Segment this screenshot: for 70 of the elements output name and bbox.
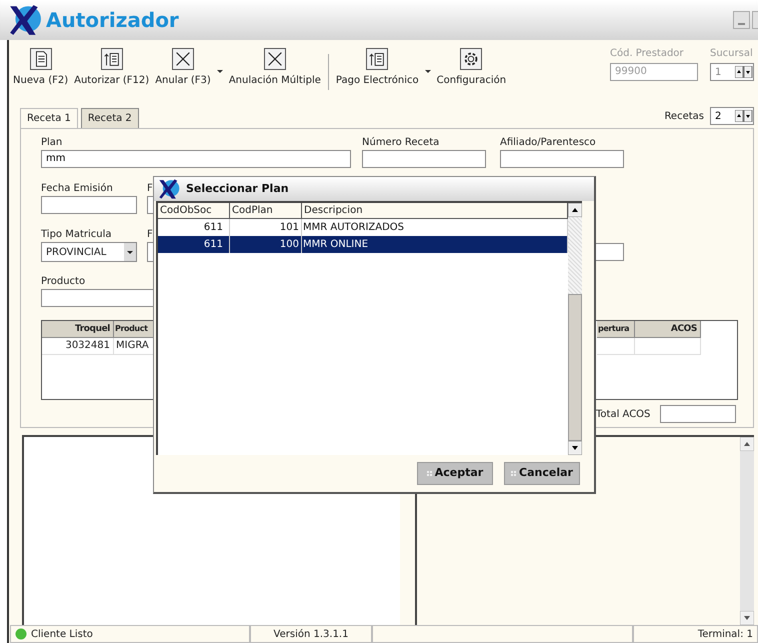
- column-header[interactable]: Descripcion: [302, 203, 568, 219]
- toolbar-button[interactable]: Configuración: [434, 48, 510, 88]
- logo-icon: [8, 3, 42, 37]
- field-label: Total ACOS: [596, 408, 652, 422]
- column-header: pertura: [597, 321, 635, 338]
- dialog-button[interactable]: Cancelar: [504, 462, 580, 485]
- logo-icon: [158, 178, 180, 200]
- input-field[interactable]: [660, 405, 736, 423]
- input-field[interactable]: [41, 289, 153, 307]
- field-label: Fecha Emisión: [41, 182, 114, 195]
- field-label: Afiliado/Parentesco: [500, 136, 597, 149]
- field-label: Cód. Prestador: [610, 47, 685, 61]
- table-cell: [597, 338, 635, 355]
- window-title: Autorizador: [46, 7, 179, 34]
- minimize-button[interactable]: [733, 11, 750, 29]
- column-header[interactable]: CodPlan: [230, 203, 302, 219]
- dialog-button[interactable]: Aceptar: [417, 462, 493, 485]
- field-label: Sucursal: [710, 47, 754, 61]
- toolbar-button[interactable]: Nueva (F2): [10, 48, 72, 88]
- input-field[interactable]: [500, 150, 624, 168]
- column-header[interactable]: CodObSoc: [158, 203, 230, 219]
- document-icon: [30, 48, 52, 70]
- toolbar-button[interactable]: Anular (F3): [152, 48, 226, 88]
- input-field[interactable]: [147, 196, 153, 214]
- minimize-icon: [738, 23, 745, 25]
- gear-icon: [460, 48, 482, 70]
- spinner-field[interactable]: 2: [710, 107, 754, 125]
- column-header: Troquel: [42, 321, 114, 338]
- field-label: F: [147, 182, 153, 195]
- input-field[interactable]: [41, 196, 137, 214]
- caret-icon: [216, 70, 223, 74]
- input-field[interactable]: [147, 242, 153, 262]
- field-label: Plan: [41, 136, 64, 149]
- spin-arrows-icon: [735, 66, 753, 78]
- input-field[interactable]: [596, 243, 624, 261]
- close-button[interactable]: [752, 11, 758, 29]
- input-field[interactable]: [362, 150, 486, 168]
- tab[interactable]: Receta 1: [20, 108, 78, 128]
- select-field[interactable]: PROVINCIAL: [41, 242, 137, 262]
- cross-icon: [172, 48, 194, 70]
- dialog-title: Seleccionar Plan: [186, 180, 289, 197]
- scroll-down-icon: [740, 611, 754, 625]
- scrollbar[interactable]: [568, 203, 582, 455]
- caret-icon: [424, 70, 431, 74]
- field-label: F: [147, 228, 153, 241]
- field-label: Producto: [41, 275, 86, 288]
- scroll-up-icon: [568, 203, 582, 217]
- field-label: Recetas: [664, 110, 704, 124]
- column-header: ACOS: [635, 321, 701, 338]
- input-field[interactable]: mm: [41, 150, 351, 168]
- field-label: Número Receta: [362, 136, 440, 149]
- cross-icon: [264, 48, 286, 70]
- spin-arrows-icon: [735, 110, 753, 122]
- toolbar-button[interactable]: Anulación Múltiple: [226, 48, 324, 88]
- table-cell: [635, 338, 701, 355]
- status-segment: Terminal: 1: [633, 625, 758, 643]
- toolbar-button[interactable]: Autorizar (F12): [71, 48, 152, 88]
- scrollbar[interactable]: [740, 437, 754, 625]
- tab[interactable]: Receta 2: [80, 108, 139, 128]
- scroll-up-icon: [740, 437, 754, 451]
- grip-icon: [511, 471, 516, 476]
- field-label: Tipo Matricula: [41, 228, 113, 241]
- grip-icon: [426, 471, 432, 476]
- table-cell: 3032481: [42, 338, 114, 355]
- toolbar-button[interactable]: Pago Electrónico: [332, 48, 434, 88]
- status-segment: Cliente Listo: [10, 625, 250, 643]
- status-segment: Versión 1.3.1.1: [250, 625, 372, 643]
- scroll-down-icon: [568, 441, 582, 455]
- list-row[interactable]: 611 100 MMR ONLINE: [158, 236, 568, 253]
- column-header: Product: [114, 321, 154, 338]
